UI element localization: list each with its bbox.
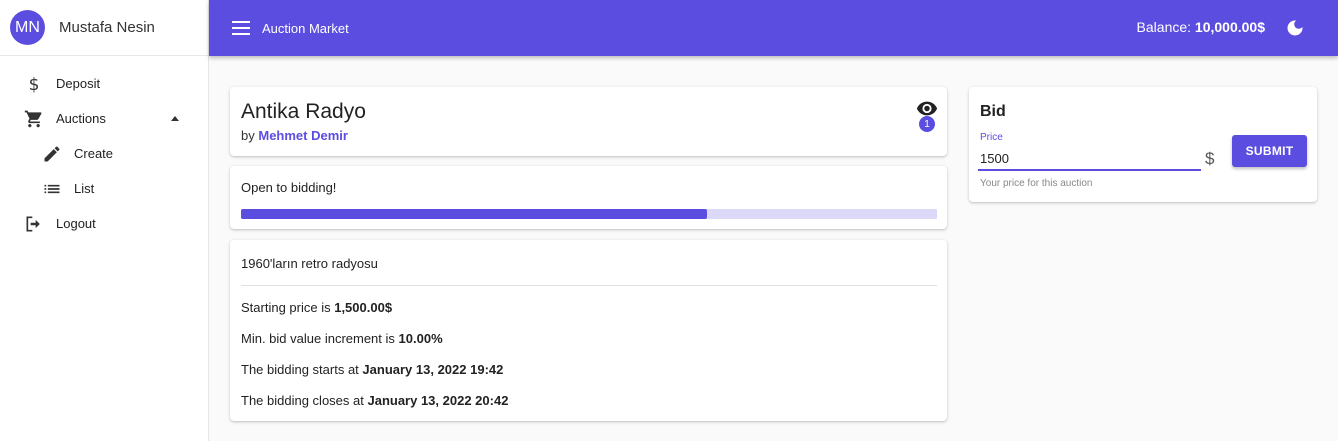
increment-value: 10.00% <box>398 331 443 346</box>
starts-at-label: The bidding starts at <box>241 362 359 377</box>
balance-display: Balance: 10,000.00$ <box>1137 19 1265 35</box>
bid-card: Bid Price $ Your price for this auction … <box>969 87 1317 202</box>
seller-name[interactable]: Mehmet Demir <box>258 128 348 143</box>
closes-at-label: The bidding closes at <box>241 393 364 408</box>
app-bar: Auction Market Balance: 10,000.00$ <box>209 0 1338 56</box>
starting-price-label: Starting price is <box>241 300 331 315</box>
dollar-icon: $ <box>24 74 44 94</box>
price-helper-text: Your price for this auction <box>980 178 1093 189</box>
starts-at-value: January 13, 2022 19:42 <box>362 362 504 377</box>
sidebar-item-label: Create <box>74 146 114 161</box>
user-name: Mustafa Nesin <box>59 19 155 36</box>
avatar[interactable]: MN <box>10 10 45 45</box>
bidding-progress-fill <box>241 209 708 219</box>
moon-icon[interactable] <box>1285 18 1305 38</box>
eye-icon[interactable] <box>916 100 938 116</box>
balance-label: Balance: <box>1136 19 1192 35</box>
sidebar-item-list[interactable]: List <box>0 171 208 206</box>
logout-icon <box>24 214 44 234</box>
sidebar-item-create[interactable]: Create <box>0 136 208 171</box>
auction-title: Antika Radyo <box>241 100 366 123</box>
user-profile: MN Mustafa Nesin <box>0 0 208 56</box>
balance-value: 10,000.00$ <box>1194 19 1265 35</box>
svg-text:$: $ <box>29 75 40 94</box>
sidebar-item-label: Auctions <box>56 111 106 126</box>
starts-at-row: The bidding starts at January 13, 2022 1… <box>241 362 503 377</box>
price-input[interactable] <box>978 147 1201 171</box>
divider <box>241 285 937 286</box>
sidebar-item-logout[interactable]: Logout <box>0 206 208 241</box>
app-title: Auction Market <box>262 20 349 36</box>
sidebar-nav: $ Deposit Auctions Create List Logout <box>0 56 208 241</box>
cart-icon <box>24 109 44 129</box>
sidebar-item-deposit[interactable]: $ Deposit <box>0 66 208 101</box>
auction-description: 1960'ların retro radyosu <box>241 256 378 271</box>
auction-status-card: Open to bidding! <box>230 166 947 229</box>
menu-icon[interactable] <box>232 21 250 35</box>
increment-label: Min. bid value increment is <box>241 331 395 346</box>
auction-header-card: Antika Radyo by Mehmet Demir 1 <box>230 87 947 156</box>
closes-at-value: January 13, 2022 20:42 <box>367 393 509 408</box>
status-text: Open to bidding! <box>241 180 337 195</box>
bidding-progress-bar <box>241 209 937 219</box>
price-label: Price <box>980 132 1003 143</box>
caret-up-icon[interactable] <box>171 116 179 121</box>
sidebar-item-auctions[interactable]: Auctions <box>0 101 208 136</box>
closes-at-row: The bidding closes at January 13, 2022 2… <box>241 393 508 408</box>
list-icon <box>42 179 62 199</box>
auction-details-card: 1960'ların retro radyosu Starting price … <box>230 240 947 421</box>
increment-row: Min. bid value increment is 10.00% <box>241 331 443 346</box>
sidebar-item-label: Deposit <box>56 76 101 91</box>
auction-seller: by Mehmet Demir <box>241 128 348 143</box>
sidebar-item-label: Logout <box>56 216 96 231</box>
seller-prefix: by <box>241 128 255 143</box>
starting-price-row: Starting price is 1,500.00$ <box>241 300 392 315</box>
watchers-badge: 1 <box>919 116 935 132</box>
pencil-icon <box>42 144 62 164</box>
starting-price-value: 1,500.00$ <box>334 300 393 315</box>
sidebar-item-label: List <box>74 181 95 196</box>
bid-title: Bid <box>980 103 1006 120</box>
sidebar: MN Mustafa Nesin $ Deposit Auctions Crea… <box>0 0 209 441</box>
currency-adornment: $ <box>1205 149 1215 168</box>
submit-bid-button[interactable]: SUBMIT <box>1232 135 1307 167</box>
